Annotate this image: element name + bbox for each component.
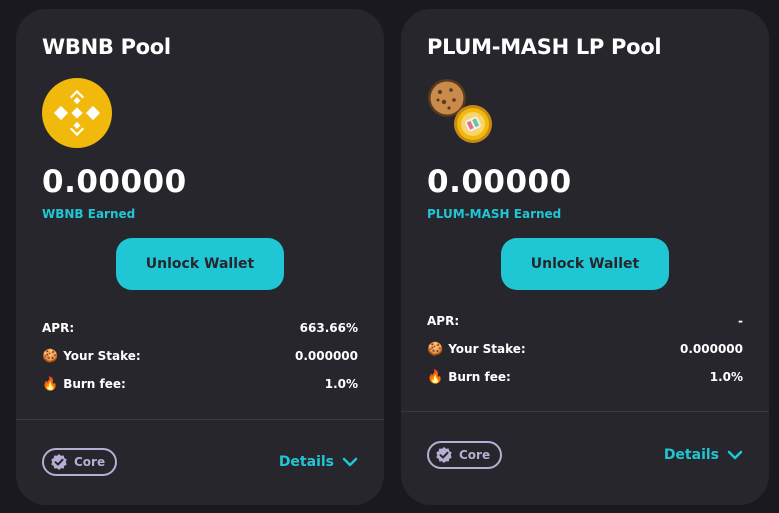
verified-check-icon bbox=[51, 454, 67, 470]
unlock-wallet-button[interactable]: Unlock Wallet bbox=[501, 238, 669, 290]
unlock-wallet-button[interactable]: Unlock Wallet bbox=[116, 238, 284, 290]
details-toggle[interactable]: Details bbox=[279, 454, 358, 470]
earned-amount: 0.00000 bbox=[42, 164, 187, 200]
apr-row: APR: - bbox=[427, 307, 743, 335]
apr-label: APR: bbox=[427, 314, 460, 328]
pool-card-wbnb: WBNB Pool 0.00000 WBNB Earned Unlock Wal… bbox=[16, 9, 384, 505]
pool-title: PLUM-MASH LP Pool bbox=[427, 35, 662, 59]
card-footer: Core Details bbox=[427, 441, 743, 469]
core-label: Core bbox=[459, 448, 491, 462]
card-footer: Core Details bbox=[42, 448, 358, 476]
binance-icon bbox=[42, 78, 112, 148]
pool-title: WBNB Pool bbox=[42, 35, 171, 59]
lp-pair-icon bbox=[428, 79, 492, 143]
stake-row: 🍪 Your Stake: 0.000000 bbox=[427, 335, 743, 363]
pool-stats: APR: - 🍪 Your Stake: 0.000000 🔥 Burn fee… bbox=[427, 307, 743, 391]
card-divider bbox=[401, 411, 769, 412]
card-divider bbox=[16, 419, 384, 420]
fire-icon: 🔥 bbox=[42, 376, 59, 392]
core-badge: Core bbox=[42, 448, 118, 476]
burn-fee-row: 🔥 Burn fee: 1.0% bbox=[427, 363, 743, 391]
earned-label: WBNB Earned bbox=[42, 207, 136, 221]
burn-fee-value: 1.0% bbox=[324, 377, 358, 391]
core-badge: Core bbox=[427, 441, 503, 469]
burn-fee-label: Burn fee: bbox=[63, 377, 126, 391]
burn-fee-label: Burn fee: bbox=[448, 370, 511, 384]
core-label: Core bbox=[74, 455, 106, 469]
stake-row: 🍪 Your Stake: 0.000000 bbox=[42, 342, 358, 370]
details-toggle[interactable]: Details bbox=[664, 447, 743, 463]
chevron-down-icon bbox=[727, 450, 743, 460]
fire-icon: 🔥 bbox=[427, 369, 444, 385]
stake-value: 0.000000 bbox=[679, 342, 743, 356]
apr-value: - bbox=[738, 314, 743, 328]
pool-stats: APR: 663.66% 🍪 Your Stake: 0.000000 🔥 Bu… bbox=[42, 314, 358, 398]
chevron-down-icon bbox=[342, 457, 358, 467]
earned-amount: 0.00000 bbox=[427, 164, 572, 200]
stake-label: Your Stake: bbox=[448, 342, 526, 356]
stake-label: Your Stake: bbox=[63, 349, 141, 363]
details-label: Details bbox=[278, 454, 334, 470]
earned-label: PLUM-MASH Earned bbox=[427, 207, 562, 221]
apr-label: APR: bbox=[42, 321, 75, 335]
verified-check-icon bbox=[436, 447, 452, 463]
apr-value: 663.66% bbox=[299, 321, 358, 335]
stake-value: 0.000000 bbox=[294, 349, 358, 363]
burn-fee-row: 🔥 Burn fee: 1.0% bbox=[42, 370, 358, 398]
pool-card-plum-mash: PLUM-MASH LP Pool 0.00000 PLUM-MASH Earn… bbox=[401, 9, 769, 505]
details-label: Details bbox=[663, 447, 719, 463]
cookie-icon: 🍪 bbox=[427, 341, 444, 357]
cookie-icon: 🍪 bbox=[42, 348, 59, 364]
burn-fee-value: 1.0% bbox=[709, 370, 743, 384]
apr-row: APR: 663.66% bbox=[42, 314, 358, 342]
